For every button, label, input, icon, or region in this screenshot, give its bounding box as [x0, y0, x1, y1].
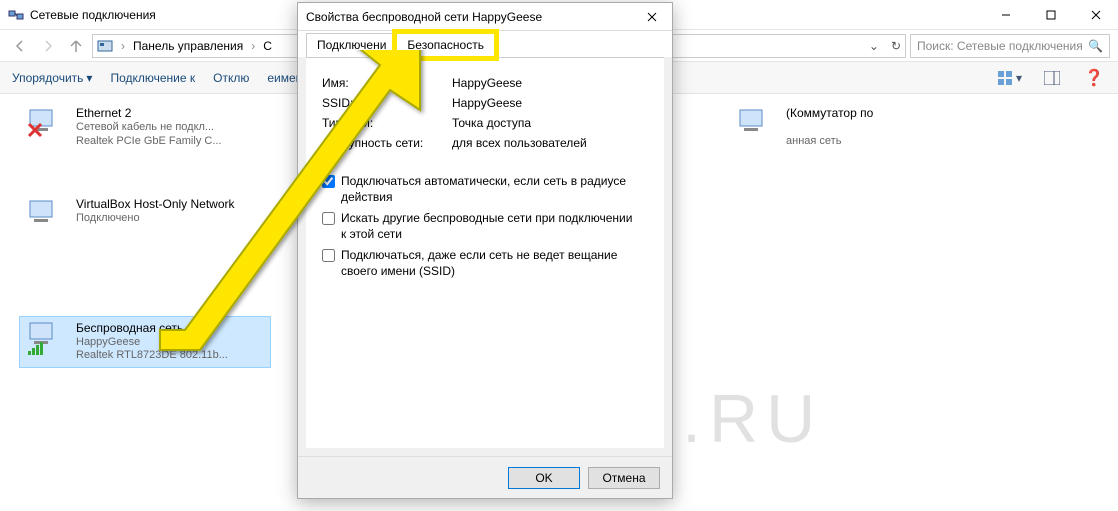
app-icon	[8, 7, 24, 23]
connection-adapter: анная сеть	[786, 135, 873, 149]
checkbox-input[interactable]	[322, 212, 335, 225]
connection-name: (Коммутатор по	[786, 106, 873, 120]
dialog-tabs: Подключени Безопасность	[298, 31, 672, 57]
connection-status: HappyGeese	[76, 336, 228, 350]
toolbar-connect[interactable]: Подключение к	[110, 71, 195, 85]
search-placeholder: Поиск: Сетевые подключения	[917, 39, 1083, 53]
virtualbox-icon	[26, 197, 68, 233]
dialog-close-button[interactable]	[632, 3, 672, 31]
bridge-icon	[736, 106, 778, 142]
breadcrumb-item[interactable]: Панель управления	[133, 39, 243, 53]
chevron-down-icon: ▾	[86, 71, 92, 85]
checkbox-input[interactable]	[322, 249, 335, 262]
connection-name: Беспроводная сеть	[76, 321, 228, 335]
breadcrumb-item[interactable]: С	[263, 39, 272, 53]
checkbox-label: Подключаться, даже если сеть не ведет ве…	[341, 248, 641, 279]
field-ssid-value: HappyGeese	[452, 96, 522, 110]
connection-status: Подключено	[76, 212, 235, 226]
breadcrumb-sep: ›	[251, 39, 255, 53]
checkbox-auto-connect[interactable]: Подключаться автоматически, если сеть в …	[322, 174, 648, 205]
field-type-label: Тип сети:	[322, 116, 452, 130]
checkbox-hidden-ssid[interactable]: Подключаться, даже если сеть не ведет ве…	[322, 248, 648, 279]
field-avail-label: Доступность сети:	[322, 136, 452, 150]
tab-connection-page: Имя:HappyGeese SSID:HappyGeese Тип сети:…	[306, 57, 664, 448]
connection-adapter: Realtek PCIe GbE Family C...	[76, 135, 222, 149]
wifi-properties-dialog: Свойства беспроводной сети HappyGeese По…	[297, 2, 673, 499]
up-button[interactable]	[64, 34, 88, 58]
checkbox-label: Подключаться автоматически, если сеть в …	[341, 174, 641, 205]
dialog-title: Свойства беспроводной сети HappyGeese	[306, 10, 632, 24]
search-icon: 🔍	[1088, 39, 1103, 53]
connection-status: Сетевой кабель не подкл...	[76, 121, 222, 135]
search-input[interactable]: Поиск: Сетевые подключения 🔍	[910, 34, 1110, 58]
field-name-label: Имя:	[322, 76, 452, 90]
ok-button[interactable]: OK	[508, 467, 580, 489]
field-name-value: HappyGeese	[452, 76, 522, 90]
cancel-button[interactable]: Отмена	[588, 467, 660, 489]
view-options-icon[interactable]: ▾	[998, 66, 1022, 90]
forward-button[interactable]	[36, 34, 60, 58]
connection-bridge[interactable]: (Коммутатор по анная сеть	[730, 102, 930, 153]
checkbox-label: Искать другие беспроводные сети при подк…	[341, 211, 641, 242]
connection-wifi[interactable]: Беспроводная сеть HappyGeese Realtek RTL…	[20, 317, 270, 368]
connection-adapter: Realtek RTL8723DE 802.11b...	[76, 349, 228, 363]
connection-ethernet[interactable]: Ethernet 2 Сетевой кабель не подкл... Re…	[20, 102, 270, 153]
tab-security[interactable]: Безопасность	[396, 33, 495, 57]
back-button[interactable]	[8, 34, 32, 58]
field-ssid-label: SSID:	[322, 96, 452, 110]
connection-status	[786, 121, 873, 135]
help-icon[interactable]: ❓	[1082, 66, 1106, 90]
close-button[interactable]	[1073, 0, 1118, 30]
ethernet-icon	[26, 106, 68, 142]
minimize-button[interactable]	[983, 0, 1028, 30]
wifi-icon	[26, 321, 68, 357]
field-avail-value: для всех пользователей	[452, 136, 587, 150]
dialog-titlebar: Свойства беспроводной сети HappyGeese	[298, 3, 672, 31]
toolbar-organize[interactable]: Упорядочить ▾	[12, 71, 92, 85]
connection-name: Ethernet 2	[76, 106, 222, 120]
control-panel-icon	[97, 38, 113, 54]
connection-virtualbox[interactable]: VirtualBox Host-Only Network Подключено	[20, 193, 270, 237]
dialog-button-bar: OK Отмена	[298, 456, 672, 498]
breadcrumb-sep: ›	[121, 39, 125, 53]
refresh-icon[interactable]: ↻	[891, 39, 901, 53]
maximize-button[interactable]	[1028, 0, 1073, 30]
connection-name: VirtualBox Host-Only Network	[76, 197, 235, 211]
field-type-value: Точка доступа	[452, 116, 531, 130]
checkbox-input[interactable]	[322, 175, 335, 188]
checkbox-search-other[interactable]: Искать другие беспроводные сети при подк…	[322, 211, 648, 242]
details-pane-icon[interactable]	[1040, 66, 1064, 90]
toolbar-disable[interactable]: Отклю	[213, 71, 249, 85]
tab-connection[interactable]: Подключени	[306, 33, 397, 57]
address-dropdown-icon[interactable]: ⌄	[869, 39, 879, 53]
